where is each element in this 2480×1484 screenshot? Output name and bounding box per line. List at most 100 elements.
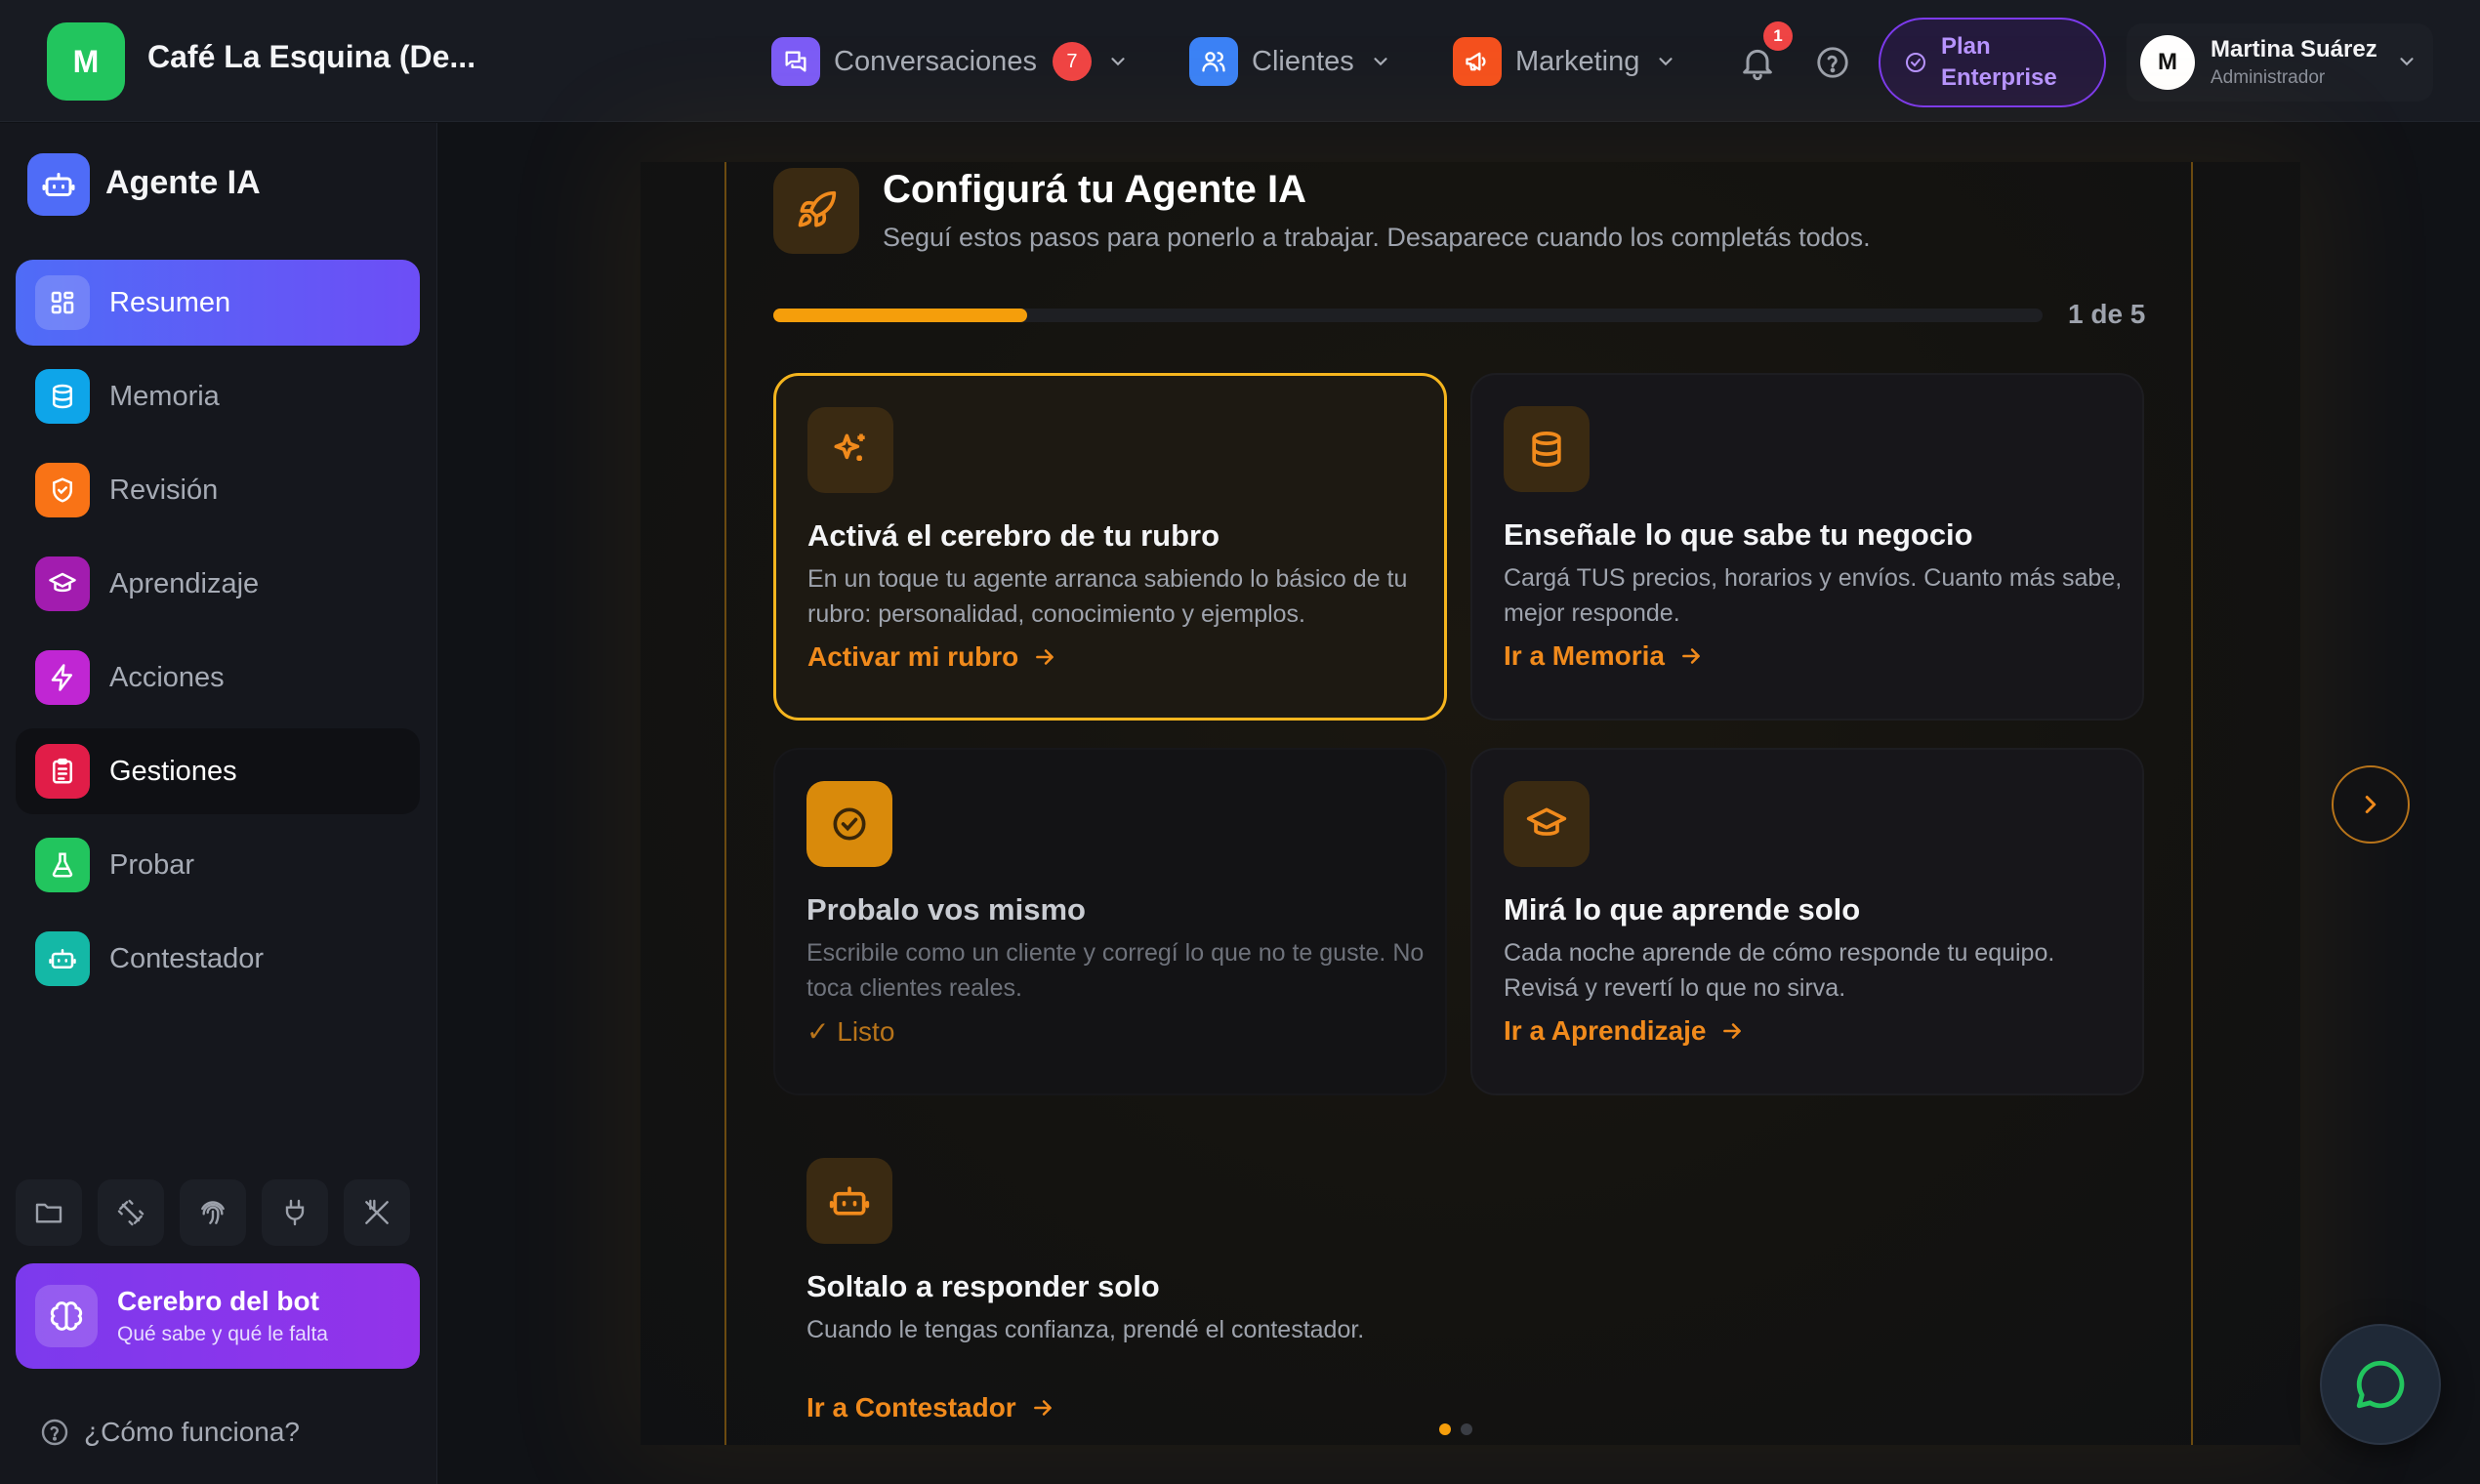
chevron-down-icon <box>1659 58 1673 66</box>
help-icon[interactable] <box>1814 44 1851 81</box>
sidebar-item-aprendizaje[interactable]: Aprendizaje <box>16 541 420 627</box>
panel-border-right <box>2191 162 2193 1445</box>
step-link-label: Activar mi rubro <box>807 641 1019 672</box>
carousel-dot[interactable] <box>1439 1423 1451 1435</box>
go-to-contestador-link[interactable]: Ir a Contestador <box>806 1392 1055 1423</box>
go-to-memoria-link[interactable]: Ir a Memoria <box>1504 640 1704 672</box>
sidebar-tools <box>16 1179 426 1246</box>
sidebar-item-resumen[interactable]: Resumen <box>16 260 420 346</box>
step-card-contestador[interactable]: Soltalo a responder solo Cuando le tenga… <box>773 1125 1447 1472</box>
step-link-label: Ir a Memoria <box>1504 640 1665 671</box>
chat-bubble-icon <box>2356 1360 2405 1409</box>
sidebar-item-label: Probar <box>109 848 195 881</box>
check-circle-icon <box>806 781 892 867</box>
database-icon <box>1504 406 1590 492</box>
notifications-badge: 1 <box>1763 21 1793 51</box>
carousel-dot[interactable] <box>1461 1423 1472 1435</box>
sidebar-item-label: Revisión <box>109 474 219 506</box>
carousel-dots <box>1439 1423 1482 1435</box>
flask-icon <box>35 838 90 892</box>
setup-progress-label: 1 de 5 <box>2068 299 2146 329</box>
nav-marketing[interactable]: Marketing <box>1453 37 1676 86</box>
business-name[interactable]: Café La Esquina (De... <box>147 39 475 75</box>
nav-conversaciones[interactable]: Conversaciones 7 <box>771 37 1129 86</box>
avatar: M <box>2140 35 2195 90</box>
unread-badge: 7 <box>1052 42 1092 81</box>
arrow-right-icon <box>1033 1400 1052 1416</box>
graduation-cap-icon <box>1504 781 1590 867</box>
go-to-aprendizaje-link[interactable]: Ir a Aprendizaje <box>1504 1015 1745 1047</box>
step-card-aprendizaje[interactable]: Mirá lo que aprende solo Cada noche apre… <box>1470 748 2144 1095</box>
sidebar-item-label: Gestiones <box>109 755 237 787</box>
user-role: Administrador <box>2211 67 2326 88</box>
panel-border-left <box>724 162 726 1445</box>
chevron-down-icon <box>2400 58 2414 66</box>
step-description: Cuando le tengas confianza, prendé el co… <box>806 1316 1365 1343</box>
folder-icon[interactable] <box>16 1179 82 1246</box>
sidebar-item-label: Acciones <box>109 661 225 693</box>
user-menu[interactable]: M Martina Suárez Administrador <box>2127 23 2433 102</box>
carousel-next-button[interactable] <box>2332 765 2410 844</box>
chat-support-button[interactable] <box>2320 1324 2441 1445</box>
fingerprint-icon[interactable] <box>180 1179 246 1246</box>
sidebar-item-memoria[interactable]: Memoria <box>16 353 420 439</box>
utensils-icon[interactable] <box>344 1179 410 1246</box>
badge-check-icon <box>1906 53 1925 72</box>
step-link-label: Ir a Aprendizaje <box>1504 1015 1707 1046</box>
robot-icon <box>35 931 90 986</box>
sidebar-item-label: Aprendizaje <box>109 567 260 599</box>
graduation-cap-icon <box>35 556 90 611</box>
nav-label: Marketing <box>1515 45 1640 77</box>
step-title: Activá el cerebro de tu rubro <box>807 518 1220 553</box>
plug-icon[interactable] <box>262 1179 328 1246</box>
database-icon <box>35 369 90 424</box>
step-description: Cargá TUS precios, horarios y envíos. Cu… <box>1504 564 2123 627</box>
nav-clientes[interactable]: Clientes <box>1189 37 1391 86</box>
step-card-rubro[interactable]: Activá el cerebro de tu rubro En un toqu… <box>773 373 1447 721</box>
step-description: Escribile como un cliente y corregí lo q… <box>806 939 1425 1002</box>
plan-enterprise-button[interactable]: Plan Enterprise <box>1879 18 2106 107</box>
brain-card-subtitle: Qué sabe y qué le falta <box>117 1323 328 1345</box>
sidebar-item-contestador[interactable]: Contestador <box>16 916 420 1002</box>
setup-progress-bar <box>773 309 2043 322</box>
sidebar-title: Agente IA <box>105 164 261 201</box>
sidebar-item-label: Memoria <box>109 380 220 412</box>
sidebar-item-acciones[interactable]: Acciones <box>16 635 420 721</box>
step-description: En un toque tu agente arranca sabiendo l… <box>807 565 1408 628</box>
sidebar: Agente IA Resumen Memoria Revisión Apren… <box>0 123 437 1484</box>
arrow-right-icon <box>1682 648 1700 664</box>
chevron-right-icon <box>2365 796 2377 813</box>
arrow-right-icon <box>1723 1023 1742 1039</box>
app-logo[interactable]: M <box>47 22 125 101</box>
how-it-works-link[interactable]: ¿Cómo funciona? <box>39 1417 300 1448</box>
sidebar-item-revision[interactable]: Revisión <box>16 447 420 533</box>
setup-title: Configurá tu Agente IA <box>883 168 1307 211</box>
robot-icon <box>27 153 90 216</box>
step-description: Cada noche aprende de cómo responde tu e… <box>1504 939 2055 1002</box>
user-name: Martina Suárez <box>2211 36 2377 62</box>
clipboard-icon <box>35 744 90 799</box>
sidebar-item-gestiones[interactable]: Gestiones <box>16 728 420 814</box>
arrow-right-icon <box>1036 649 1054 665</box>
megaphone-icon <box>1453 37 1502 86</box>
plan-label: Plan <box>1941 33 1991 60</box>
step-done-label: ✓ Listo <box>806 1016 895 1047</box>
step-card-memoria[interactable]: Enseñale lo que sabe tu negocio Cargá TU… <box>1470 373 2144 721</box>
step-link-label: Ir a Contestador <box>806 1392 1016 1422</box>
setup-progress-fill <box>773 309 1027 322</box>
sidebar-item-probar[interactable]: Probar <box>16 822 420 908</box>
top-bar: M Café La Esquina (De... Conversaciones … <box>0 0 2480 122</box>
setup-subtitle: Seguí estos pasos para ponerlo a trabaja… <box>883 223 1871 252</box>
nav-label: Conversaciones <box>834 45 1037 77</box>
activate-rubro-link[interactable]: Activar mi rubro <box>807 641 1057 673</box>
step-title: Probalo vos mismo <box>806 892 1086 927</box>
chevron-down-icon <box>1374 58 1387 66</box>
shield-icon <box>35 463 90 517</box>
chevron-down-icon <box>1111 58 1125 66</box>
sidebar-item-label: Resumen <box>109 286 231 318</box>
step-card-probar[interactable]: Probalo vos mismo Escribile como un clie… <box>773 748 1447 1095</box>
brain-card[interactable]: Cerebro del bot Qué sabe y qué le falta <box>16 1263 420 1369</box>
sidebar-item-label: Contestador <box>109 942 264 974</box>
step-title: Soltalo a responder solo <box>806 1269 1160 1303</box>
dumbbell-icon[interactable] <box>98 1179 164 1246</box>
